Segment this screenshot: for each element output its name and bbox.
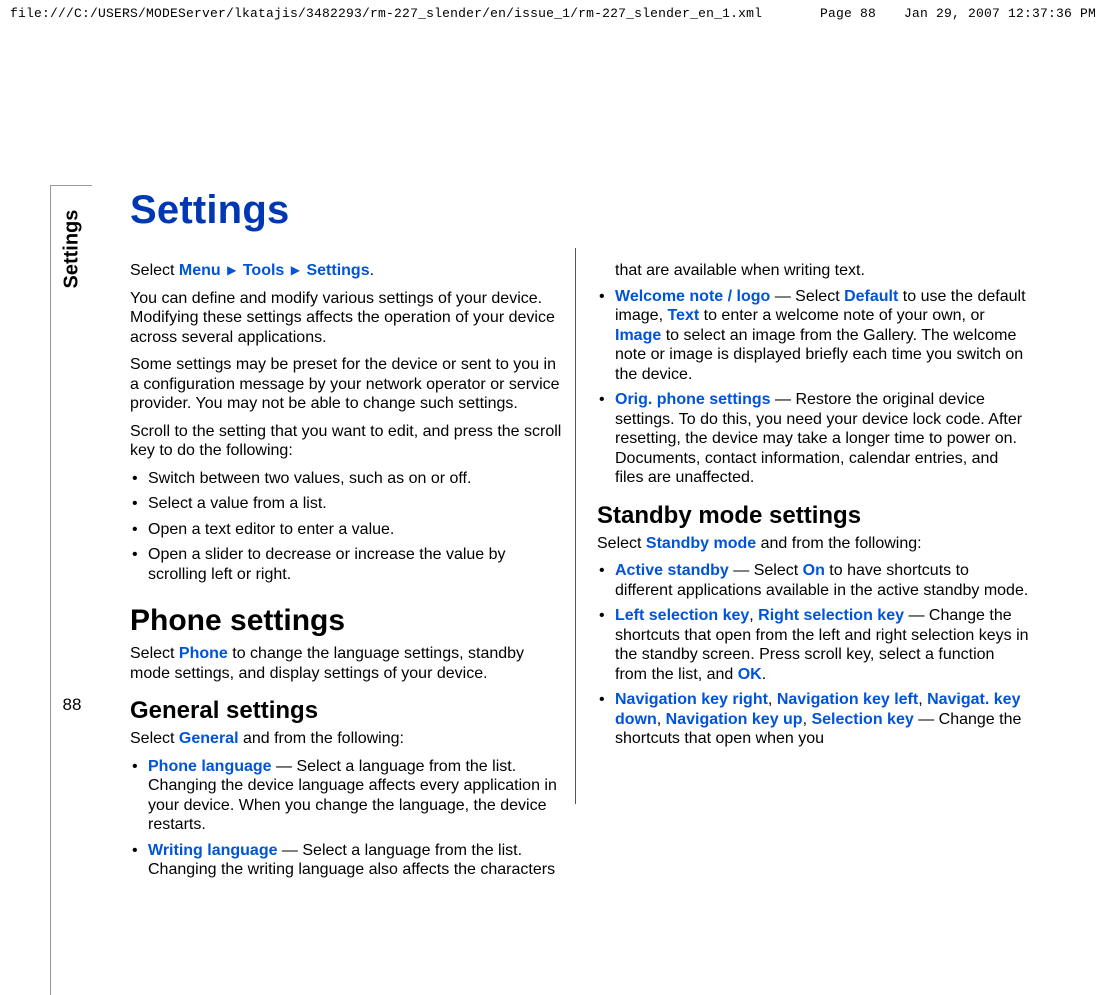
term: Right selection key bbox=[758, 607, 904, 624]
option-default: Default bbox=[844, 288, 898, 305]
intro-paragraph: You can define and modify various settin… bbox=[130, 289, 563, 348]
option-on: On bbox=[803, 562, 825, 579]
term: Navigation key left bbox=[777, 691, 918, 708]
side-tab: Settings 88 bbox=[50, 185, 92, 995]
text: — bbox=[770, 288, 795, 305]
term: Navigation key up bbox=[666, 711, 803, 728]
text: , bbox=[749, 607, 758, 624]
option-ok: OK bbox=[738, 666, 762, 683]
text: — bbox=[272, 758, 297, 775]
page-number: 88 bbox=[51, 695, 93, 715]
file-path: file:///C:/USERS/MODEServer/lkatajis/348… bbox=[10, 6, 762, 21]
general-select-line: Select General and from the following: bbox=[130, 729, 563, 749]
menu-label: Menu bbox=[179, 262, 221, 279]
standby-select-line: Select Standby mode and from the followi… bbox=[597, 534, 1030, 554]
text: . bbox=[762, 666, 766, 683]
settings-label: Settings bbox=[306, 262, 369, 279]
list-item: Open a text editor to enter a value. bbox=[130, 520, 563, 540]
standby-mode-label: Standby mode bbox=[646, 535, 756, 552]
option-image: Image bbox=[615, 327, 661, 344]
page-title: Settings bbox=[130, 188, 1030, 233]
term: Writing language bbox=[148, 842, 277, 859]
text: Select bbox=[754, 562, 803, 579]
option-text: Text bbox=[667, 307, 699, 324]
text: Select bbox=[130, 645, 179, 662]
intro-bullets: Switch between two values, such as on or… bbox=[130, 469, 563, 585]
term: Welcome note / logo bbox=[615, 288, 770, 305]
term: Phone language bbox=[148, 758, 272, 775]
print-header: file:///C:/USERS/MODEServer/lkatajis/348… bbox=[0, 0, 1106, 25]
intro-select-line: Select Menu ▶ Tools ▶ Settings. bbox=[130, 261, 563, 281]
print-datetime: Jan 29, 2007 12:37:36 PM bbox=[904, 6, 1096, 21]
text: — bbox=[914, 711, 939, 728]
page-content: Settings Select Menu ▶ Tools ▶ Settings.… bbox=[130, 188, 1030, 881]
term: Navigation key right bbox=[615, 691, 768, 708]
text: — bbox=[277, 842, 302, 859]
text: Select bbox=[130, 262, 179, 279]
list-item: Phone language — Select a language from … bbox=[130, 757, 563, 835]
text: Select bbox=[130, 730, 179, 747]
text: Select bbox=[795, 288, 844, 305]
text: , bbox=[918, 691, 927, 708]
general-label: General bbox=[179, 730, 239, 747]
term: Active standby bbox=[615, 562, 729, 579]
header-right: Page 88 Jan 29, 2007 12:37:36 PM bbox=[820, 6, 1096, 21]
text: , bbox=[657, 711, 666, 728]
text: — bbox=[904, 607, 929, 624]
intro-paragraph: Some settings may be preset for the devi… bbox=[130, 355, 563, 414]
text: — bbox=[729, 562, 754, 579]
chevron-right-icon: ▶ bbox=[289, 263, 302, 277]
standby-settings-heading: Standby mode settings bbox=[597, 502, 1030, 530]
list-item: Left selection key, Right selection key … bbox=[597, 606, 1030, 684]
phone-settings-text: Select Phone to change the language sett… bbox=[130, 644, 563, 683]
standby-items: Active standby — Select On to have short… bbox=[597, 561, 1030, 749]
text-columns: Select Menu ▶ Tools ▶ Settings. You can … bbox=[130, 261, 1030, 881]
list-item: Welcome note / logo — Select Default to … bbox=[597, 287, 1030, 385]
text: . bbox=[370, 262, 374, 279]
text: and from the following: bbox=[756, 535, 921, 552]
general-settings-heading: General settings bbox=[130, 697, 563, 725]
text: Select bbox=[597, 535, 646, 552]
list-item: Orig. phone settings — Restore the origi… bbox=[597, 390, 1030, 488]
text: , bbox=[768, 691, 777, 708]
list-item: Navigation key right, Navigation key lef… bbox=[597, 690, 1030, 749]
text: to enter a welcome note of your own, or bbox=[699, 307, 984, 324]
text: — bbox=[771, 391, 796, 408]
text: and from the following: bbox=[239, 730, 404, 747]
list-item: Switch between two values, such as on or… bbox=[130, 469, 563, 489]
list-item: Active standby — Select On to have short… bbox=[597, 561, 1030, 600]
phone-label: Phone bbox=[179, 645, 228, 662]
phone-settings-heading: Phone settings bbox=[130, 604, 563, 638]
side-tab-label: Settings bbox=[61, 247, 84, 289]
term: Orig. phone settings bbox=[615, 391, 771, 408]
list-item: Open a slider to decrease or increase th… bbox=[130, 545, 563, 584]
term: Left selection key bbox=[615, 607, 749, 624]
page-label: Page 88 bbox=[820, 6, 876, 21]
list-item: Select a value from a list. bbox=[130, 494, 563, 514]
chevron-right-icon: ▶ bbox=[225, 263, 238, 277]
term: Selection key bbox=[811, 711, 913, 728]
tools-label: Tools bbox=[243, 262, 284, 279]
text: to select an image from the Gallery. The… bbox=[615, 327, 1023, 383]
intro-paragraph: Scroll to the setting that you want to e… bbox=[130, 422, 563, 461]
